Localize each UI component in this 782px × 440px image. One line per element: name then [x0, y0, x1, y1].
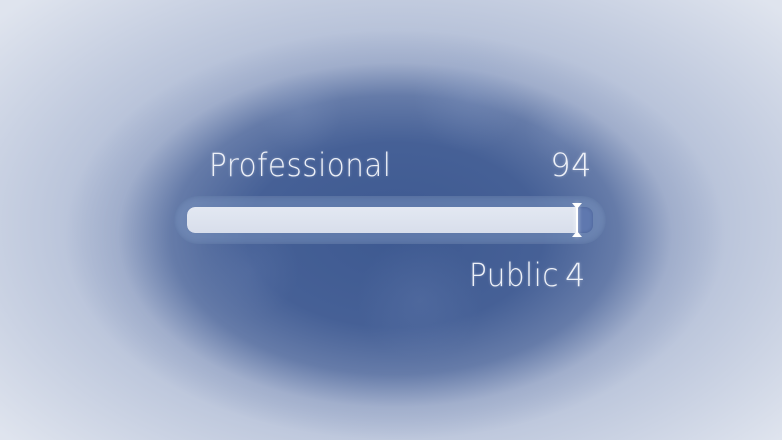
public-label: Public — [469, 256, 559, 294]
reputation-panel: Professional 94 Public 4 — [0, 0, 782, 440]
professional-label: Professional — [209, 146, 392, 184]
professional-value: 94 — [550, 146, 592, 184]
split-marker-icon — [572, 203, 582, 237]
balance-track — [174, 196, 606, 244]
professional-fill — [187, 207, 577, 233]
balance-bar — [187, 207, 593, 233]
public-value: 4 — [565, 256, 586, 294]
